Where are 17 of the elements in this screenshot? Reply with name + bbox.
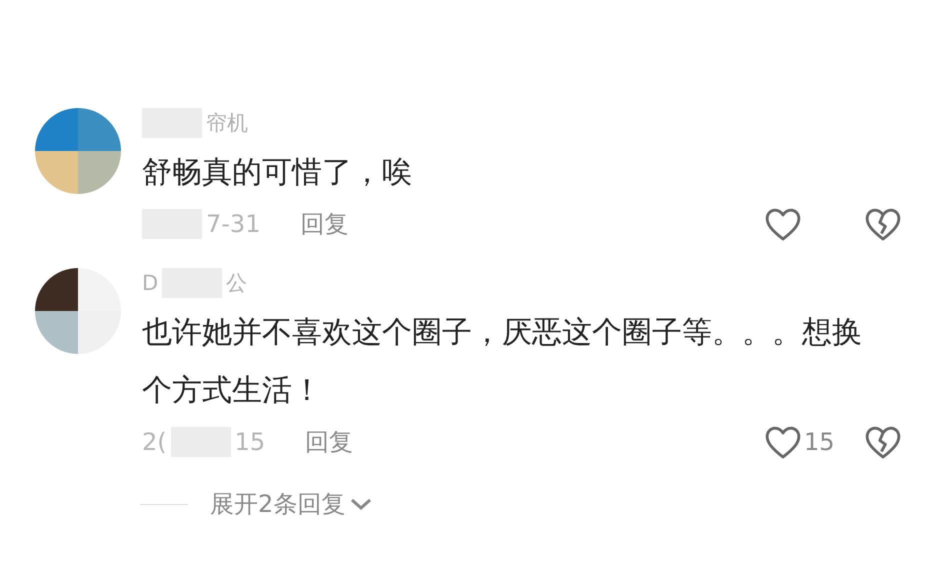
username: D	[142, 270, 158, 297]
heart-icon[interactable]	[764, 206, 802, 242]
comment-text: 也许她并不喜欢这个圈子，厌恶这个圈子等。。。想换个方式生活！	[142, 314, 863, 410]
comment-date: 7-31	[206, 209, 260, 240]
username: 帘机	[206, 110, 248, 137]
broken-heart-icon[interactable]	[864, 424, 902, 460]
reply-link[interactable]: 回复	[300, 206, 348, 242]
comment-date: 2(	[142, 427, 167, 458]
comment-date: 15	[234, 427, 266, 458]
comment-text: 舒畅真的可惜了，唉	[142, 154, 413, 192]
like-count: 15	[804, 428, 835, 456]
broken-heart-icon[interactable]	[864, 206, 902, 242]
chevron-down-icon	[349, 496, 374, 512]
reply-link[interactable]: 回复	[305, 424, 354, 460]
heart-icon[interactable]	[764, 424, 802, 460]
username: 公	[226, 270, 248, 297]
expand-replies-link[interactable]: 展开2条回复	[210, 486, 346, 522]
